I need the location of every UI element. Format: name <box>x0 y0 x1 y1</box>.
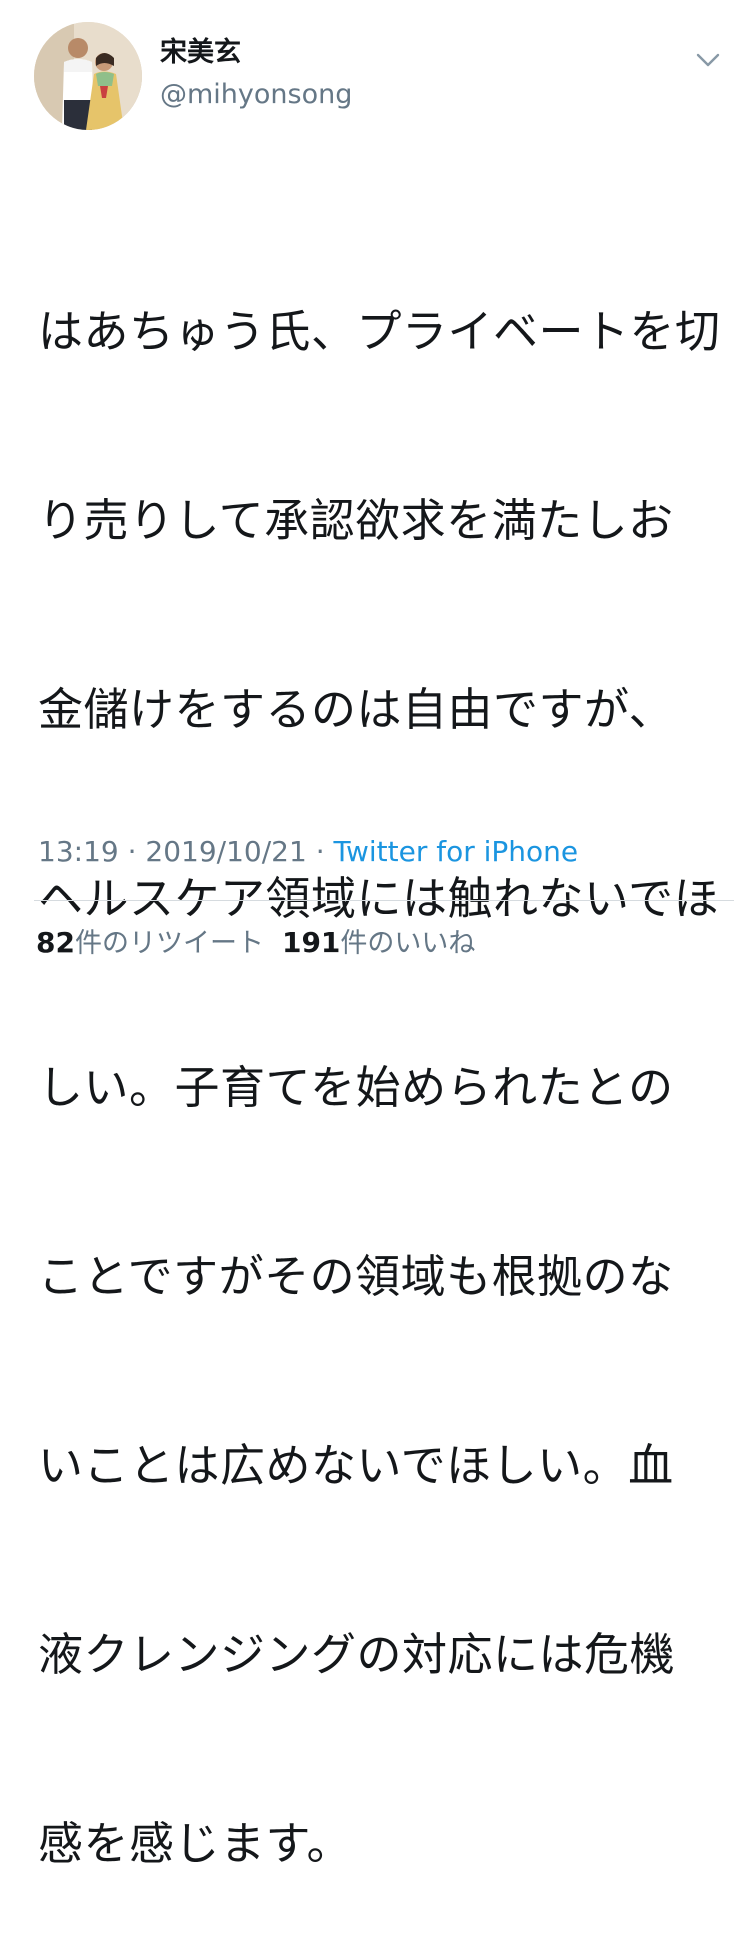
tweet-text-line: ことですがその領域も根拠のな <box>38 1250 674 1303</box>
tweet-text-line: ヘルスケア領域には触れないでほ <box>38 872 720 925</box>
retweets-count: 82 <box>36 926 75 959</box>
avatar[interactable] <box>34 22 142 130</box>
tweet-text-line: いことは広めないでほしい。血 <box>38 1439 674 1492</box>
likes-count: 191 <box>281 926 341 959</box>
tweet-date: 2019/10/21 <box>145 835 307 868</box>
likes-label: 件のいいね <box>340 928 476 959</box>
tweet-time: 13:19 <box>38 835 119 868</box>
meta-separator: · <box>306 835 334 868</box>
tweet-text: はあちゅう氏、プライベートを切 り売りして承認欲求を満たしお 金儲けをするのは自… <box>38 174 728 1938</box>
tweet-text-line: 感を感じます。 <box>38 1817 353 1870</box>
likes-stat[interactable]: 191件のいいね <box>281 926 476 959</box>
more-options-button[interactable] <box>686 44 730 76</box>
tweet-text-line: 液クレンジングの対応には危機 <box>38 1628 676 1681</box>
chevron-down-icon <box>696 53 720 67</box>
tweet-text-line: はあちゅう氏、プライベートを切 <box>38 305 721 358</box>
tweet-text-line: り売りして承認欲求を満たしお <box>38 494 674 547</box>
display-name[interactable]: 宋美玄 <box>160 36 241 70</box>
divider <box>34 900 734 901</box>
tweet-text-line: しい。子育てを始められたとの <box>38 1061 674 1114</box>
profile-photo-icon <box>34 22 142 130</box>
retweets-stat[interactable]: 82件のリツイート <box>36 926 264 959</box>
retweets-label: 件のリツイート <box>74 928 264 959</box>
tweet-text-line: 金儲けをするのは自由ですが、 <box>38 683 675 736</box>
user-handle[interactable]: @mihyonsong <box>160 78 352 112</box>
tweet-header: 宋美玄 @mihyonsong <box>0 0 750 150</box>
tweet-stats: 82件のリツイート 191件のいいね <box>36 925 475 962</box>
meta-separator: · <box>118 835 146 868</box>
tweet-source-link[interactable]: Twitter for iPhone <box>334 835 579 868</box>
tweet-meta: 13:19 · 2019/10/21 · Twitter for iPhone <box>38 834 578 870</box>
